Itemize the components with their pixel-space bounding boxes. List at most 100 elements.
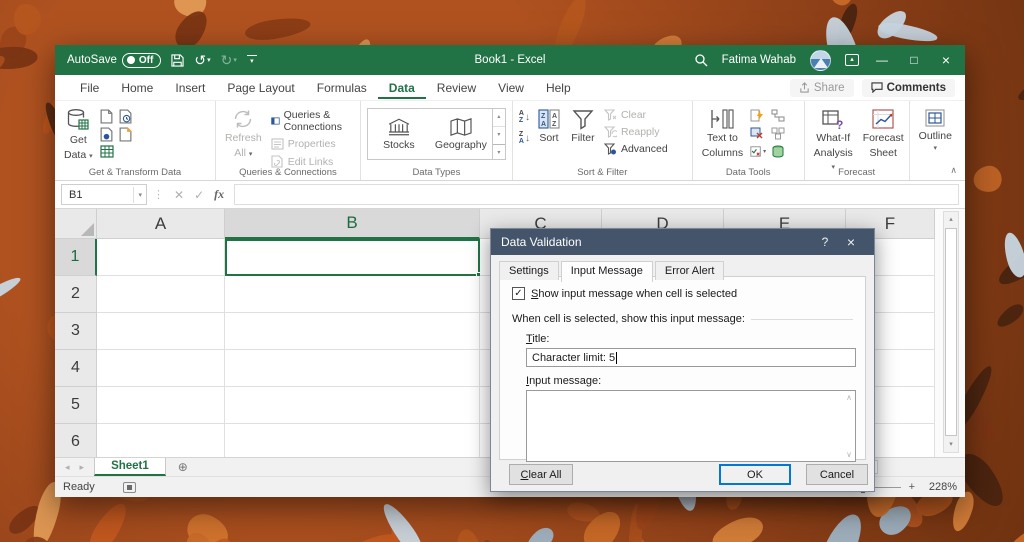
from-web-icon[interactable] bbox=[100, 127, 113, 142]
cell-A1[interactable] bbox=[97, 239, 225, 276]
filter-button[interactable]: Filter bbox=[568, 106, 598, 147]
gallery-up-icon[interactable]: ▴ bbox=[493, 109, 505, 126]
text-to-columns-button[interactable]: Text to Columns bbox=[699, 106, 746, 162]
tab-view[interactable]: View bbox=[487, 77, 535, 99]
recent-sources-icon[interactable] bbox=[119, 109, 132, 124]
what-if-analysis-button[interactable]: ? What-If Analysis ▾ bbox=[811, 106, 856, 175]
avatar[interactable] bbox=[810, 50, 831, 71]
tab-page-layout[interactable]: Page Layout bbox=[216, 77, 305, 99]
forecast-sheet-button[interactable]: Forecast Sheet bbox=[860, 106, 907, 162]
dialog-tab-input-message[interactable]: Input Message bbox=[561, 261, 653, 282]
scroll-down-icon[interactable]: ▾ bbox=[944, 437, 958, 452]
customize-quick-access-toolbar-button[interactable]: ▾ bbox=[247, 55, 257, 65]
sheet-tab-sheet1[interactable]: Sheet1 bbox=[94, 458, 166, 476]
tab-insert[interactable]: Insert bbox=[164, 77, 216, 99]
relationships-icon[interactable] bbox=[771, 109, 785, 122]
remove-duplicates-icon[interactable] bbox=[750, 127, 764, 140]
row-header-1[interactable]: 1 bbox=[55, 239, 97, 276]
cell-B4[interactable] bbox=[225, 350, 480, 387]
dialog-help-button[interactable]: ? bbox=[812, 235, 838, 249]
minimize-button[interactable]: — bbox=[873, 53, 891, 67]
enter-entry-button[interactable]: ✓ bbox=[194, 188, 204, 202]
share-button[interactable]: Share bbox=[790, 79, 854, 97]
cell-A6[interactable] bbox=[97, 424, 225, 457]
collapse-ribbon-button[interactable]: ∧ bbox=[950, 165, 957, 176]
zoom-level[interactable]: 228% bbox=[923, 481, 957, 493]
dialog-title-bar[interactable]: Data Validation ? × bbox=[491, 229, 874, 255]
undo-button[interactable]: ↺▾ bbox=[194, 53, 210, 67]
formula-input[interactable] bbox=[234, 184, 959, 205]
sheet-nav-right-icon[interactable]: ▸ bbox=[80, 462, 85, 473]
name-box-dropdown-icon[interactable]: ▾ bbox=[133, 187, 146, 203]
stocks-button[interactable]: Stocks bbox=[368, 109, 430, 159]
undo-dropdown-icon[interactable]: ▾ bbox=[207, 57, 211, 64]
select-all-corner[interactable] bbox=[55, 209, 97, 239]
gallery-more-icon[interactable]: ▾ bbox=[493, 144, 505, 162]
row-header-3[interactable]: 3 bbox=[55, 313, 97, 350]
tab-help[interactable]: Help bbox=[535, 77, 582, 99]
gallery-down-icon[interactable]: ▾ bbox=[493, 126, 505, 144]
clear-all-button[interactable]: Clear All bbox=[509, 464, 573, 485]
cell-B6[interactable] bbox=[225, 424, 480, 457]
title-input[interactable]: Character limit: 5 bbox=[526, 348, 856, 367]
dialog-tab-settings[interactable]: Settings bbox=[499, 261, 559, 280]
comments-button[interactable]: Comments bbox=[862, 79, 955, 97]
textarea-scroll-up-icon[interactable]: ∧ bbox=[846, 393, 852, 402]
from-text-csv-icon[interactable] bbox=[100, 109, 113, 124]
zoom-in-button[interactable]: + bbox=[909, 481, 915, 493]
cell-A3[interactable] bbox=[97, 313, 225, 350]
vertical-scrollbar-thumb[interactable] bbox=[945, 228, 957, 436]
row-header-5[interactable]: 5 bbox=[55, 387, 97, 424]
geography-button[interactable]: Geography bbox=[430, 109, 492, 159]
cell-B5[interactable] bbox=[225, 387, 480, 424]
sort-descending-button[interactable]: ZA↓ bbox=[519, 132, 530, 145]
ok-button[interactable]: OK bbox=[719, 464, 791, 485]
sort-button[interactable]: ZAAZ Sort bbox=[534, 106, 564, 147]
row-header-6[interactable]: 6 bbox=[55, 424, 97, 457]
tab-review[interactable]: Review bbox=[426, 77, 487, 99]
from-table-range-icon[interactable] bbox=[100, 145, 114, 158]
save-button[interactable] bbox=[171, 54, 184, 67]
insert-function-button[interactable]: fx bbox=[214, 187, 224, 202]
consolidate-icon[interactable] bbox=[771, 127, 785, 140]
dialog-tab-error-alert[interactable]: Error Alert bbox=[655, 261, 725, 280]
macro-record-icon[interactable] bbox=[123, 482, 136, 493]
cell-A4[interactable] bbox=[97, 350, 225, 387]
row-header-2[interactable]: 2 bbox=[55, 276, 97, 313]
cell-B3[interactable] bbox=[225, 313, 480, 350]
dialog-close-button[interactable]: × bbox=[838, 234, 864, 250]
flash-fill-icon[interactable] bbox=[750, 109, 764, 122]
gallery-scrollbar[interactable]: ▴ ▾ ▾ bbox=[492, 109, 505, 159]
cell-A5[interactable] bbox=[97, 387, 225, 424]
row-header-4[interactable]: 4 bbox=[55, 350, 97, 387]
show-input-message-checkbox-row[interactable]: ✓ Show input message when cell is select… bbox=[512, 287, 853, 300]
column-header-A[interactable]: A bbox=[97, 209, 225, 239]
input-message-textarea[interactable]: ∧ ∨ bbox=[526, 390, 856, 462]
existing-connections-icon[interactable] bbox=[119, 127, 132, 142]
name-box[interactable]: B1 ▾ bbox=[61, 184, 147, 205]
search-icon[interactable] bbox=[694, 53, 708, 67]
tab-data[interactable]: Data bbox=[378, 77, 426, 99]
cell-A2[interactable] bbox=[97, 276, 225, 313]
get-data-button[interactable]: Get Data ▾ bbox=[61, 106, 96, 164]
textarea-scroll-down-icon[interactable]: ∨ bbox=[846, 450, 852, 459]
checkbox-checked-icon[interactable]: ✓ bbox=[512, 287, 525, 300]
ribbon-display-options-button[interactable]: ▴ bbox=[845, 54, 859, 66]
scroll-up-icon[interactable]: ▴ bbox=[944, 212, 958, 227]
sort-ascending-button[interactable]: AZ↓ bbox=[519, 111, 530, 124]
advanced-filter-button[interactable]: Advanced bbox=[602, 142, 670, 156]
formula-bar-resize-handle[interactable]: ⋮ bbox=[153, 188, 164, 201]
tab-file[interactable]: File bbox=[69, 77, 110, 99]
user-name[interactable]: Fatima Wahab bbox=[722, 54, 796, 66]
cancel-button[interactable]: Cancel bbox=[806, 464, 868, 485]
outline-button[interactable]: Outline ▾ bbox=[916, 106, 955, 156]
cell-B2[interactable] bbox=[225, 276, 480, 313]
cell-B1[interactable] bbox=[225, 239, 480, 276]
column-header-B[interactable]: B bbox=[225, 209, 480, 239]
new-sheet-button[interactable]: ⊕ bbox=[166, 458, 200, 476]
cancel-entry-button[interactable]: ✕ bbox=[174, 188, 184, 202]
tab-home[interactable]: Home bbox=[110, 77, 164, 99]
data-validation-button[interactable]: ▾ bbox=[750, 145, 766, 158]
manage-data-model-icon[interactable] bbox=[771, 145, 785, 158]
close-button[interactable]: × bbox=[937, 52, 955, 68]
